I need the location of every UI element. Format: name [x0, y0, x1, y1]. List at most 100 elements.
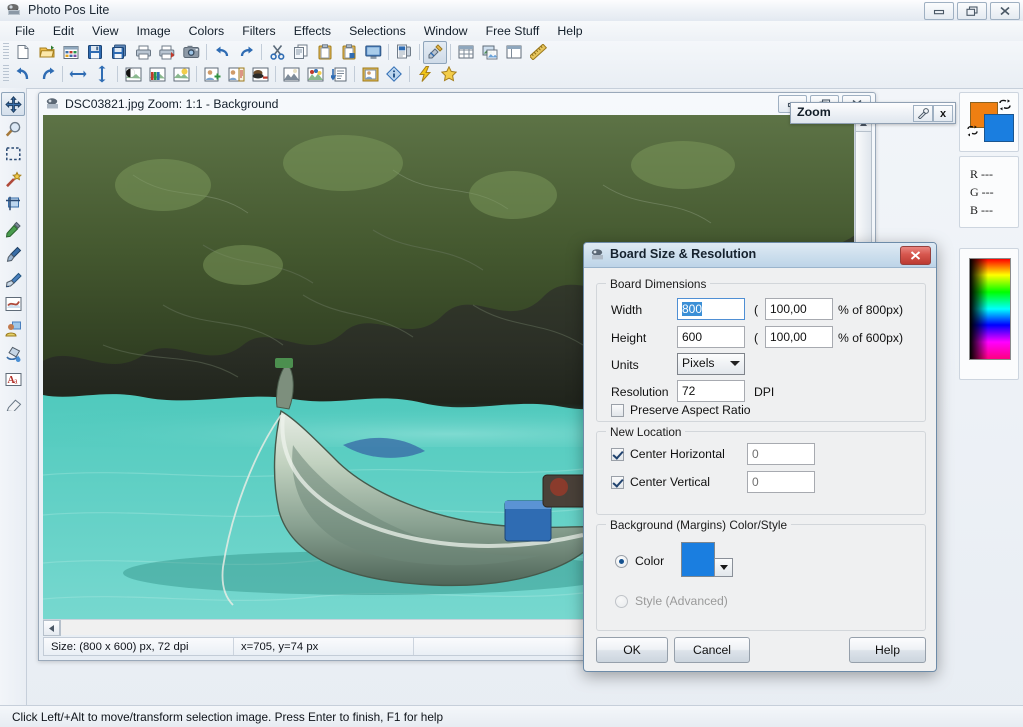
dialog-close-button[interactable]: [900, 246, 931, 265]
tool-crop[interactable]: [1, 192, 25, 216]
quick-effects-icon[interactable]: [413, 63, 437, 86]
paste-as-new-icon[interactable]: [337, 41, 361, 64]
menu-item-colors[interactable]: Colors: [180, 22, 234, 40]
ruler-icon[interactable]: [526, 41, 550, 64]
rotate-right-icon[interactable]: [35, 63, 59, 86]
close-button[interactable]: [990, 2, 1020, 20]
tool-zoom[interactable]: [1, 117, 25, 141]
help-button[interactable]: Help: [849, 637, 926, 663]
rotate-left-icon[interactable]: [11, 63, 35, 86]
reset-colors-icon[interactable]: [966, 125, 979, 140]
new-file-icon[interactable]: [11, 41, 35, 64]
scanner-icon[interactable]: [392, 41, 416, 64]
horizontal-scroll-thumb[interactable]: [59, 620, 61, 636]
board-size-icon[interactable]: [423, 40, 447, 64]
width-percent-input[interactable]: 100,00: [765, 298, 833, 320]
background-color-dropdown-button[interactable]: [714, 558, 733, 577]
color-levels-icon[interactable]: [303, 63, 327, 86]
menu-item-view[interactable]: View: [83, 22, 127, 40]
save-as-icon[interactable]: [107, 41, 131, 64]
copy-icon[interactable]: [289, 41, 313, 64]
swap-colors-icon[interactable]: [998, 99, 1012, 114]
brightness-contrast-icon[interactable]: [121, 63, 145, 86]
menu-item-edit[interactable]: Edit: [44, 22, 83, 40]
center-vertical-checkbox[interactable]: [611, 476, 624, 489]
layer-properties-icon[interactable]: [224, 63, 248, 86]
picture-frame-icon[interactable]: [358, 63, 382, 86]
open-file-icon[interactable]: [35, 41, 59, 64]
flip-horizontal-icon[interactable]: [66, 63, 90, 86]
favorites-star-icon[interactable]: [437, 63, 461, 86]
add-layer-icon[interactable]: [200, 63, 224, 86]
tool-eyedropper[interactable]: [1, 217, 25, 241]
color-spectrum-picker[interactable]: [969, 258, 1011, 360]
tool-magic-wand[interactable]: [1, 167, 25, 191]
color-balance-icon[interactable]: [145, 63, 169, 86]
sort-icon[interactable]: [327, 63, 351, 86]
background-color-swatch[interactable]: [681, 542, 715, 577]
toolbar-grip[interactable]: [3, 65, 9, 83]
background-color-swatch[interactable]: [984, 114, 1014, 142]
tool-fill-bucket[interactable]: [1, 342, 25, 366]
print-icon[interactable]: [131, 41, 155, 64]
menu-item-free-stuff[interactable]: Free Stuff: [477, 22, 549, 40]
grid-icon[interactable]: [454, 41, 478, 64]
save-icon[interactable]: [83, 41, 107, 64]
frame-icon[interactable]: [502, 41, 526, 64]
tool-paint-brush[interactable]: [1, 242, 25, 266]
ok-button[interactable]: OK: [596, 637, 668, 663]
menu-item-file[interactable]: File: [6, 22, 44, 40]
menu-item-help[interactable]: Help: [548, 22, 591, 40]
capture-camera-icon[interactable]: [179, 41, 203, 64]
open-template-icon[interactable]: [59, 41, 83, 64]
minimize-button[interactable]: [924, 2, 954, 20]
paste-icon[interactable]: [313, 41, 337, 64]
toolbar-separator: [354, 66, 355, 82]
print-batch-icon[interactable]: [155, 41, 179, 64]
screen-capture-icon[interactable]: [361, 41, 385, 64]
height-input[interactable]: 600: [677, 326, 745, 348]
tool-red-eye[interactable]: [1, 317, 25, 341]
center-vertical-input[interactable]: 0: [747, 471, 815, 493]
height-percent-input[interactable]: 100,00: [765, 326, 833, 348]
units-select[interactable]: Pixels: [677, 353, 745, 375]
menu-item-image[interactable]: Image: [127, 22, 179, 40]
tool-retouch[interactable]: [1, 292, 25, 316]
tool-clone-brush[interactable]: [1, 267, 25, 291]
background-color-radio[interactable]: [615, 555, 628, 568]
mask-icon[interactable]: [248, 63, 272, 86]
menu-item-window[interactable]: Window: [415, 22, 477, 40]
dialog-title: Board Size & Resolution: [610, 247, 757, 261]
tool-eraser[interactable]: [1, 392, 25, 416]
toolbar-separator: [275, 66, 276, 82]
center-horizontal-input[interactable]: 0: [747, 443, 815, 465]
cut-icon[interactable]: [265, 41, 289, 64]
tool-text[interactable]: Aa: [1, 367, 25, 391]
menu-item-selections[interactable]: Selections: [340, 22, 415, 40]
undo-icon[interactable]: [210, 41, 234, 64]
tool-select-rectangle[interactable]: [1, 142, 25, 166]
width-input[interactable]: 800: [677, 298, 745, 320]
toolbar-grip[interactable]: [3, 43, 9, 61]
center-horizontal-checkbox[interactable]: [611, 448, 624, 461]
resolution-input[interactable]: 72: [677, 380, 745, 402]
zoom-palette-close-button[interactable]: x: [933, 105, 953, 122]
vertical-scroll-thumb[interactable]: [855, 131, 872, 253]
enhance-icon[interactable]: [169, 63, 193, 86]
info-icon[interactable]: [382, 63, 406, 86]
cancel-button[interactable]: Cancel: [674, 637, 750, 663]
zoom-palette-title: Zoom: [797, 105, 831, 119]
flip-vertical-icon[interactable]: [90, 63, 114, 86]
menu-item-filters[interactable]: Filters: [233, 22, 284, 40]
tool-move[interactable]: [1, 92, 25, 116]
histogram-icon[interactable]: [279, 63, 303, 86]
scroll-left-button[interactable]: [43, 620, 60, 636]
menu-item-effects[interactable]: Effects: [285, 22, 340, 40]
restore-button[interactable]: [957, 2, 987, 20]
zoom-palette-rollup-button[interactable]: [913, 105, 933, 122]
layers-icon[interactable]: [478, 41, 502, 64]
preserve-aspect-ratio-checkbox[interactable]: [611, 404, 624, 417]
redo-icon[interactable]: [234, 41, 258, 64]
status-bar: Click Left/+Alt to move/transform select…: [0, 705, 1023, 727]
zoom-palette[interactable]: Zoom x: [790, 102, 956, 124]
